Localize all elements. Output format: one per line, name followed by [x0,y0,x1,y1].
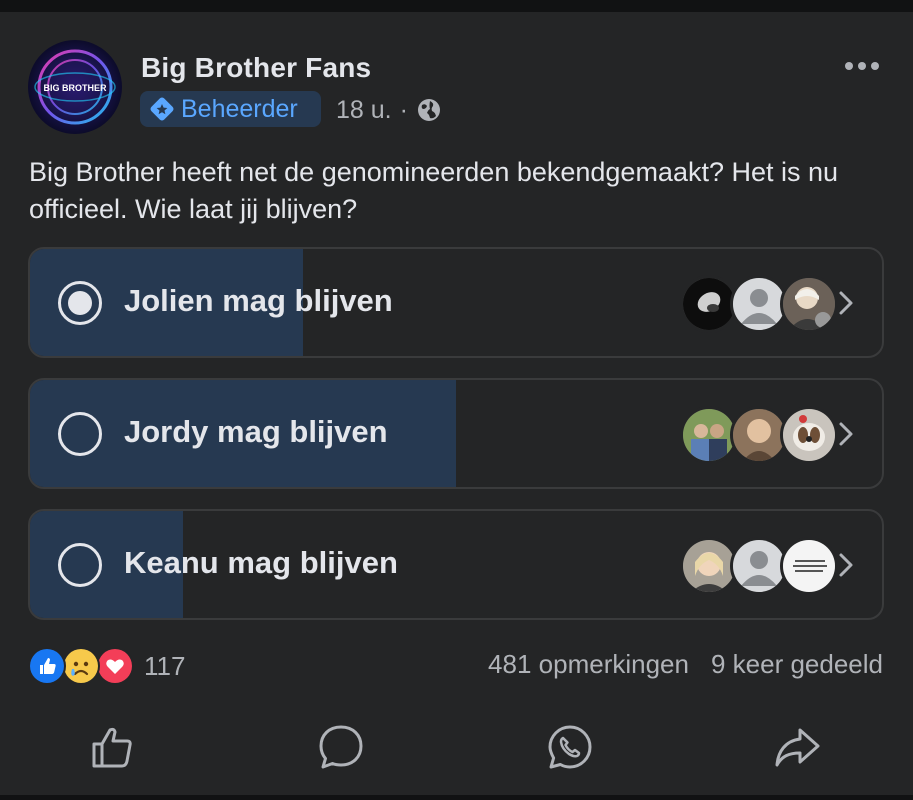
like-icon [28,647,66,685]
voter-avatar [780,537,838,595]
love-icon [96,647,134,685]
post-meta: 18 u. · [336,94,442,126]
share-icon[interactable] [772,722,822,772]
chevron-right-icon [839,553,853,577]
radio-selected[interactable] [58,281,102,325]
post-time[interactable]: 18 u. [336,96,392,125]
globe-icon [417,99,440,121]
poll-option-label: Keanu mag blijven [124,545,398,580]
bottom-bar [0,795,913,800]
reactions-summary[interactable]: 117 [28,647,185,685]
like-icon[interactable] [88,722,138,772]
group-logo-text: BIG BROTHER [44,83,108,93]
dot-icon [871,62,879,70]
comments-count[interactable]: 481 opmerkingen [488,649,689,680]
whatsapp-icon[interactable] [545,722,595,772]
group-name[interactable]: Big Brother Fans [141,52,371,84]
voter-avatars[interactable] [680,406,840,464]
poll-option-jordy[interactable]: Jordy mag blijven [28,378,884,489]
poll-option-keanu[interactable]: Keanu mag blijven [28,509,884,620]
chevron-right-icon [839,422,853,446]
chevron-right-icon [839,291,853,315]
top-bar [0,0,913,12]
group-avatar[interactable]: BIG BROTHER [28,40,122,134]
shares-count[interactable]: 9 keer gedeeld [711,649,883,680]
comment-icon[interactable] [316,722,366,772]
voter-avatar [780,275,838,333]
poll-option-label: Jolien mag blijven [124,283,393,318]
dot-icon [858,62,866,70]
more-options-button[interactable] [838,52,886,80]
sad-icon [62,647,100,685]
post-stats: 481 opmerkingen 9 keer gedeeld [488,649,883,680]
admin-badge-label: Beheerder [181,94,298,123]
radio-unselected[interactable] [58,412,102,456]
admin-badge: Beheerder [140,91,321,127]
admin-shield-icon [150,97,174,121]
poll-option-label: Jordy mag blijven [124,414,388,449]
radio-unselected[interactable] [58,543,102,587]
voter-avatars[interactable] [680,537,840,595]
post-text: Big Brother heeft net de genomineerden b… [29,157,839,224]
dot-icon [845,62,853,70]
voter-avatar [780,406,838,464]
voter-avatars[interactable] [680,275,840,333]
reaction-count: 117 [144,650,186,681]
poll-option-jolien[interactable]: Jolien mag blijven [28,247,884,358]
meta-separator: · [399,95,408,124]
